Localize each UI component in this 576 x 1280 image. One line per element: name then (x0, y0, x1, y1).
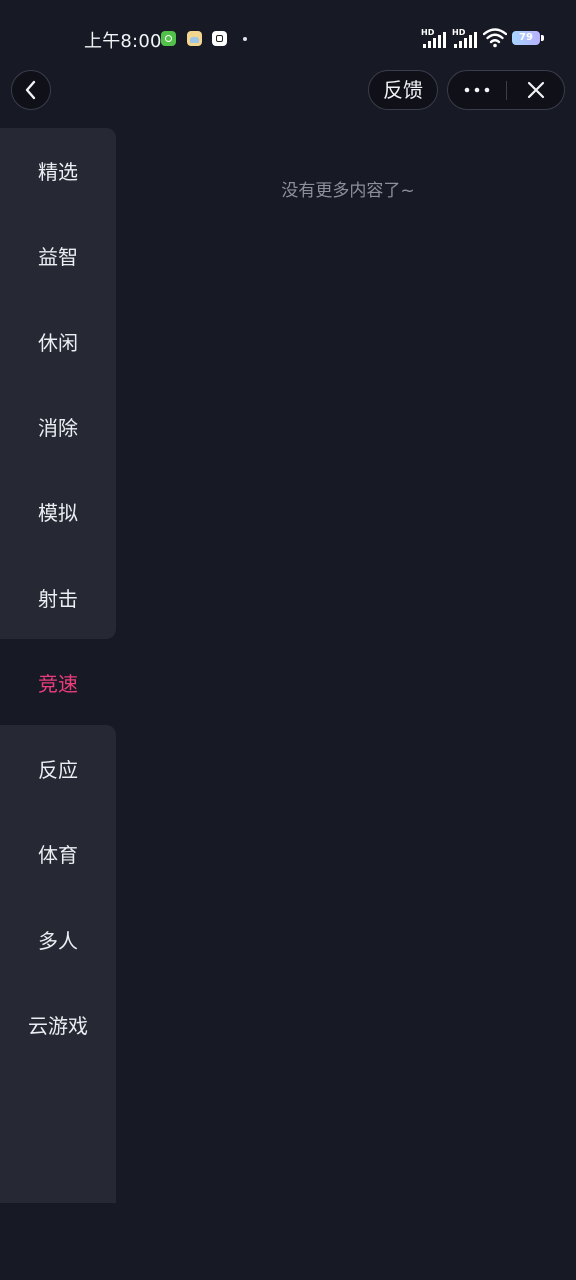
sidebar-item-sheji[interactable]: 射击 (0, 555, 116, 640)
sidebar-item-tiyu[interactable]: 体育 (0, 811, 116, 896)
sidebar-item-yizhi[interactable]: 益智 (0, 213, 116, 298)
more-dot-icon (243, 37, 247, 41)
alarm-icon (212, 31, 227, 46)
sidebar-item-moni[interactable]: 模拟 (0, 469, 116, 554)
signal-icon: HD (421, 28, 447, 48)
back-button[interactable] (11, 70, 51, 110)
status-time: 上午8:00 (84, 31, 162, 52)
status-bar: 上午8:00 HD HD 79 (0, 0, 576, 78)
more-dots-icon (464, 87, 490, 93)
close-icon (527, 81, 545, 99)
sidebar-item-fanying[interactable]: 反应 (0, 726, 116, 811)
feedback-button[interactable]: 反馈 (368, 70, 438, 110)
sidebar-item-jingxuan[interactable]: 精选 (0, 128, 116, 213)
chevron-left-icon (25, 80, 36, 100)
battery-icon: 79 (512, 31, 540, 45)
sidebar-item-yunyouxi[interactable]: 云游戏 (0, 982, 116, 1067)
close-button[interactable] (507, 71, 565, 109)
battery-level: 79 (519, 32, 533, 43)
empty-message: 没有更多内容了~ (281, 181, 415, 201)
more-button[interactable] (448, 71, 506, 109)
battery-cap (541, 35, 544, 41)
app-icon (187, 31, 202, 46)
wifi-icon (483, 28, 507, 48)
category-sidebar: 精选 益智 休闲 消除 模拟 射击 竞速 反应 体育 多人 云游戏 (0, 128, 116, 1203)
signal-icon: HD (452, 28, 478, 48)
sidebar-item-jingsu[interactable]: 竞速 (0, 640, 116, 725)
sidebar-item-xiuxian[interactable]: 休闲 (0, 299, 116, 384)
wechat-icon (161, 31, 176, 46)
mini-program-capsule (447, 70, 565, 110)
sidebar-item-duoren[interactable]: 多人 (0, 897, 116, 982)
sidebar-item-xiaochu[interactable]: 消除 (0, 384, 116, 469)
